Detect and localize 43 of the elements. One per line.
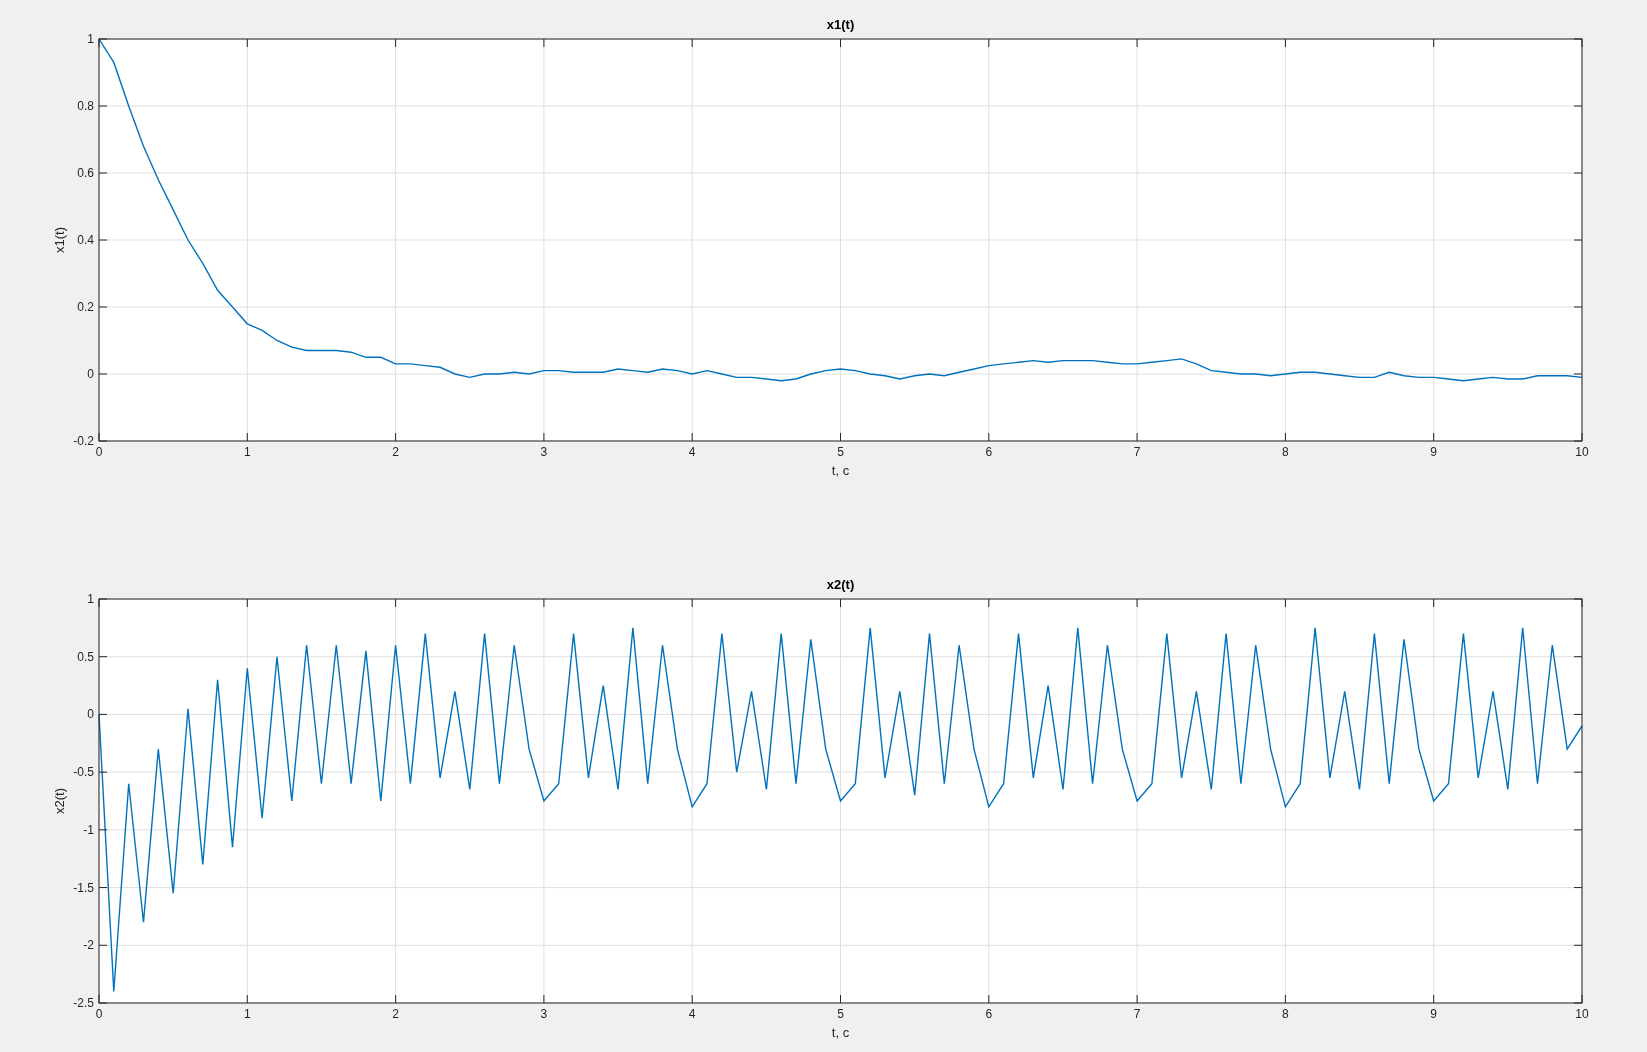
tick-label: 10 [1575, 1007, 1589, 1021]
tick-label: 1 [243, 1007, 251, 1021]
tick-label: 5 [837, 1007, 844, 1021]
tick-label: 2 [392, 445, 399, 459]
tick-label: -2 [83, 938, 94, 953]
tick-label: 6 [985, 1007, 993, 1021]
tick-label: -0.5 [73, 765, 94, 780]
tick-label: 4 [688, 1007, 696, 1021]
tick-label: 0 [87, 707, 94, 722]
tick-label: 8 [1282, 1007, 1289, 1021]
tick-label: 3 [540, 445, 548, 459]
tick-label: 1 [87, 32, 94, 46]
tick-label: 0.2 [77, 300, 94, 314]
tick-label: 0.6 [77, 166, 94, 180]
tick-label: 5 [837, 445, 844, 459]
chart-title: x2(t) [826, 577, 855, 592]
tick-label: 10 [1575, 445, 1589, 459]
tick-label: 4 [688, 445, 696, 459]
tick-label: 9 [1430, 1007, 1438, 1021]
tick-label: 0 [87, 367, 94, 381]
axis-label: t, c [831, 1025, 850, 1040]
tick-label: 3 [540, 1007, 548, 1021]
tick-label: 0.8 [77, 99, 94, 113]
tick-label: 0.4 [77, 233, 94, 247]
tick-label: -0.2 [73, 434, 94, 448]
tick-label: 6 [985, 445, 993, 459]
axis-label: x2(t) [52, 788, 67, 814]
tick-label: 0.5 [77, 649, 94, 664]
tick-label: 1 [243, 445, 251, 459]
tick-label: 8 [1282, 445, 1289, 459]
tick-label: -1.5 [73, 880, 94, 895]
tick-label: 9 [1430, 445, 1438, 459]
axis-label: t, c [831, 463, 850, 478]
tick-label: -2.5 [73, 996, 94, 1010]
tick-label: 0 [95, 1007, 103, 1021]
tick-label: -1 [83, 822, 94, 837]
tick-label: 2 [392, 1007, 399, 1021]
tick-label: 7 [1133, 445, 1141, 459]
chart-title: x1(t) [826, 17, 855, 32]
tick-label: 0 [95, 445, 103, 459]
axis-label: x1(t) [52, 227, 67, 253]
tick-label: 1 [87, 592, 94, 606]
tick-label: 7 [1133, 1007, 1141, 1021]
